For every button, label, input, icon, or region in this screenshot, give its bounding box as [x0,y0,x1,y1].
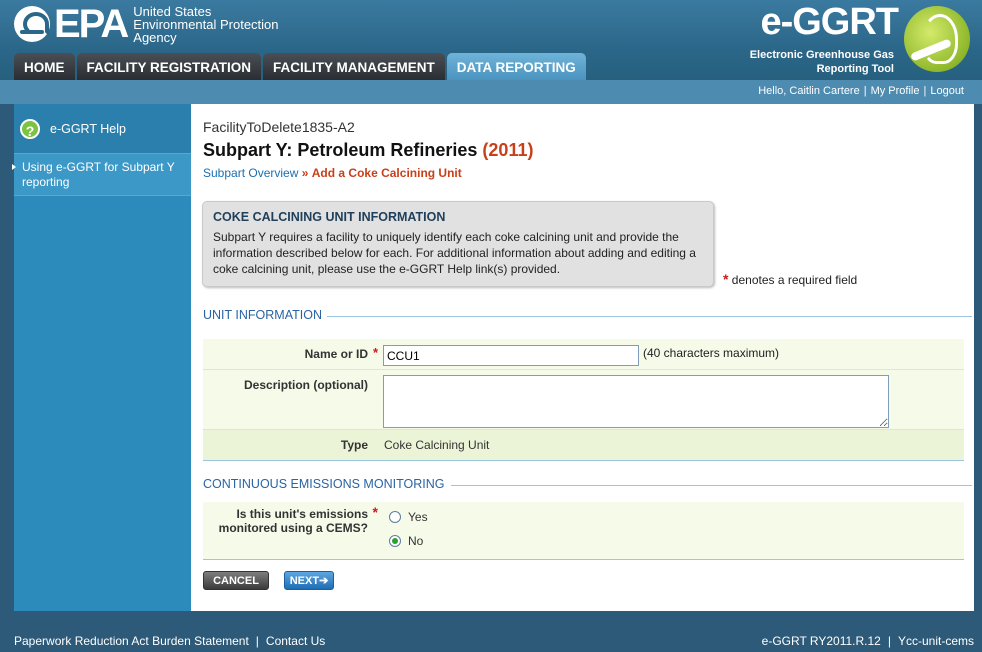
cems-yes-radio[interactable]: Yes [389,510,428,524]
epa-seal-icon [14,6,50,42]
cems-heading: CONTINUOUS EMISSIONS MONITORING [203,477,972,491]
arrow-right-icon: ➔ [319,575,329,587]
name-input[interactable] [383,345,639,366]
radio-checked-icon [389,535,401,547]
tab-facility-management[interactable]: FACILITY MANAGEMENT [263,53,445,80]
help-question-icon: ? [20,118,40,139]
epa-wordmark: EPA [54,2,129,46]
unit-information-heading: UNIT INFORMATION [203,308,972,322]
main-nav-tabs: HOME FACILITY REGISTRATION FACILITY MANA… [14,53,588,80]
required-field-note: * denotes a required field [723,271,858,287]
breadcrumb-current: Add a Coke Calcining Unit [311,166,462,180]
tab-home[interactable]: HOME [14,53,75,80]
my-profile-link[interactable]: My Profile [871,85,920,97]
app-title: e-GGRT [760,1,899,43]
section-divider [451,485,972,486]
logout-link[interactable]: Logout [930,85,964,97]
type-label: Type [340,438,368,452]
help-label: e-GGRT Help [50,121,126,136]
info-box-text: Subpart Y requires a facility to uniquel… [213,230,696,276]
help-link-subpart-y[interactable]: Using e-GGRT for Subpart Y reporting [12,154,191,196]
version-label: e-GGRT RY2011.R.12 [761,634,881,648]
breadcrumb-subpart-overview[interactable]: Subpart Overview [203,166,298,180]
page-title: Subpart Y: Petroleum Refineries (2011) [203,140,534,160]
contact-us-link[interactable]: Contact Us [266,634,325,648]
required-asterisk: * [723,271,729,287]
tab-data-reporting[interactable]: DATA REPORTING [446,53,586,80]
paperwork-link[interactable]: Paperwork Reduction Act Burden Statement [14,634,249,648]
epa-agency-name: United States Environmental Protection A… [133,3,279,45]
site-header: EPA United States Environmental Protecti… [0,0,982,80]
facility-name: FacilityToDelete1835-A2 [203,119,355,135]
help-sidebar: ? e-GGRT Help Using e-GGRT for Subpart Y… [12,104,191,611]
name-label: Name or ID * [304,345,378,361]
main-content: FacilityToDelete1835-A2 Subpart Y: Petro… [191,104,974,611]
app-subtitle: Electronic Greenhouse Gas Reporting Tool [749,49,894,75]
cems-question-label: Is this unit's emissions monitored using… [218,504,378,535]
description-row: Description (optional) [203,370,964,430]
tab-facility-registration[interactable]: FACILITY REGISTRATION [76,53,262,80]
user-greeting: Hello, Caitlin Cartere [758,85,860,97]
cancel-button[interactable]: CANCEL [203,571,269,590]
help-header[interactable]: ? e-GGRT Help [14,104,191,154]
user-bar: Hello, Caitlin Cartere | My Profile | Logout [0,80,982,104]
info-box-title: COKE CALCINING UNIT INFORMATION [213,210,446,224]
cems-no-radio[interactable]: No [389,534,423,548]
radio-unchecked-icon [389,511,401,523]
footer: Paperwork Reduction Act Burden Statement… [14,634,974,648]
section-divider [327,316,972,317]
page-id-label: Ycc-unit-cems [897,634,974,648]
description-textarea[interactable] [383,375,889,428]
name-row: Name or ID* (40 characters maximum) [203,339,964,370]
name-max-hint: (40 characters maximum) [643,346,780,360]
next-button[interactable]: NEXT➔ [284,571,334,590]
cems-row: Is this unit's emissions monitored using… [203,502,964,560]
breadcrumb: Subpart Overview » Add a Coke Calcining … [203,166,462,180]
user-links: Hello, Caitlin Cartere | My Profile | Logout [758,85,964,97]
epa-logo[interactable]: EPA United States Environmental Protecti… [14,4,279,44]
info-box: COKE CALCINING UNIT INFORMATION Subpart … [202,201,714,287]
reporting-year: (2011) [482,140,534,160]
heron-logo-icon [904,6,970,72]
description-label: Description (optional) [244,378,368,392]
type-row: Type Coke Calcining Unit [203,430,964,461]
required-asterisk: * [372,345,378,360]
breadcrumb-separator: » [301,166,309,180]
type-value: Coke Calcining Unit [384,438,490,452]
required-asterisk: * [372,504,378,520]
